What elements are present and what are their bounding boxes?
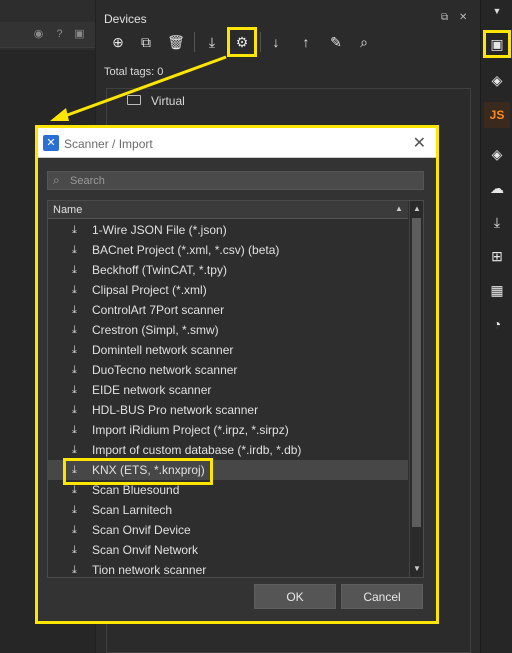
download-icon[interactable]: ⤓ [200, 30, 224, 54]
clean-icon[interactable]: ✎ [324, 30, 348, 54]
color-wheel-icon[interactable]: ◉ [32, 28, 45, 41]
toolbar-separator [260, 32, 261, 52]
style-icon[interactable]: ◈ [485, 142, 509, 166]
collapse-icon[interactable]: ▼ [481, 0, 512, 22]
add-icon[interactable]: ⊕ [106, 30, 130, 54]
dialog-highlight [35, 125, 439, 624]
help-icon[interactable]: ? [53, 28, 66, 41]
import-icon[interactable]: ⤓ [485, 210, 509, 234]
duplicate-icon[interactable]: ⧉ [134, 30, 158, 54]
tree-item-virtual[interactable]: Virtual [151, 94, 185, 108]
panel-title: Devices [104, 12, 147, 26]
scanner-import-highlight [227, 27, 257, 57]
cloud-icon[interactable]: ☁ [485, 176, 509, 200]
delete-icon[interactable]: 🗑 [164, 30, 188, 54]
search-icon[interactable]: ⌕ [352, 30, 376, 54]
move-up-icon[interactable]: ↑ [294, 30, 318, 54]
move-down-icon[interactable]: ↓ [264, 30, 288, 54]
float-icon[interactable]: ⧉ [441, 12, 448, 23]
paint-icon[interactable]: ◈ [485, 68, 509, 92]
close-panel-icon[interactable]: ✕ [459, 12, 467, 23]
network-icon[interactable]: ⊞ [485, 244, 509, 268]
copy-icon[interactable]: ▣ [73, 28, 86, 41]
toolbar-separator [194, 32, 195, 52]
devices-button-highlight [483, 30, 511, 58]
device-icon [127, 95, 141, 105]
schedule-icon[interactable]: ▦ [485, 278, 509, 302]
timer-icon[interactable]: ◔ [485, 312, 509, 336]
left-toolbar: ◉ ? ▣ [0, 22, 95, 48]
knx-item-highlight [63, 458, 213, 485]
right-sidebar: ▼ ▣ ◈ JS ◈ ☁ ⤓ ⊞ ▦ ◔ [480, 0, 512, 653]
total-tags: Total tags: 0 [104, 66, 164, 78]
js-button[interactable]: JS [484, 102, 510, 128]
